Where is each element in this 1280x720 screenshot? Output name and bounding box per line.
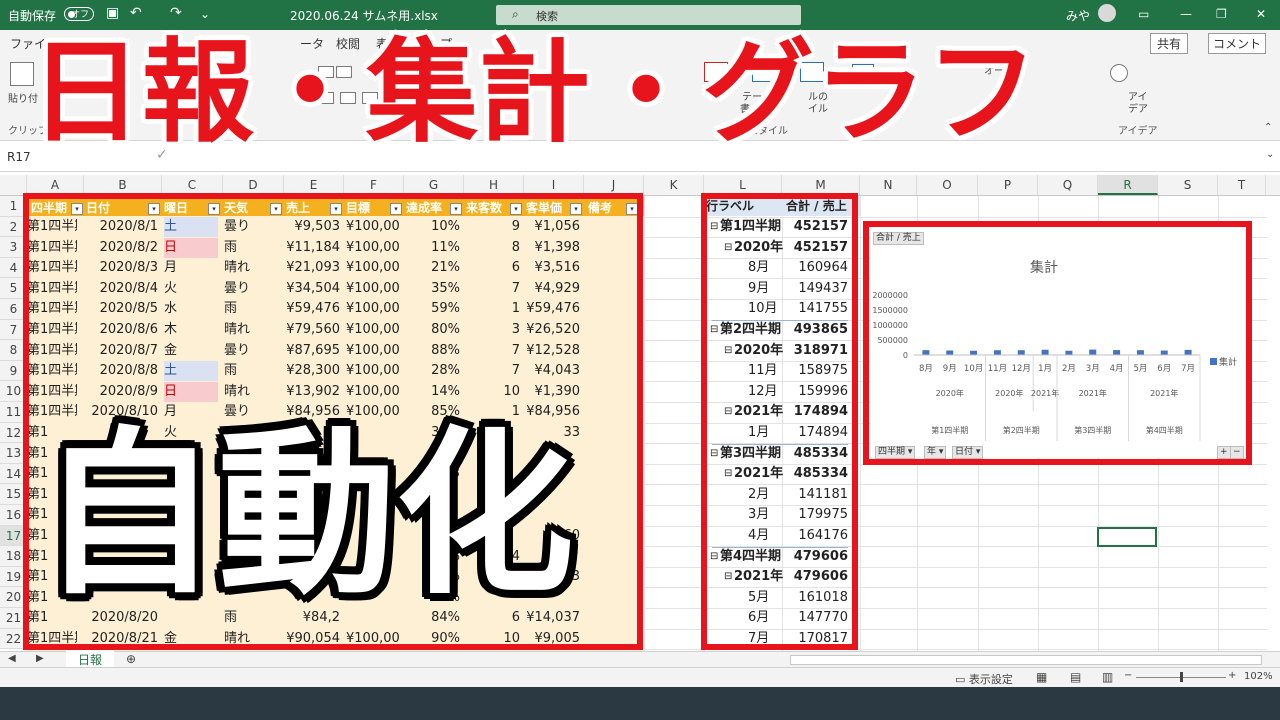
column-header[interactable]: B: [84, 175, 162, 195]
next-sheet-icon[interactable]: ▶: [36, 653, 44, 664]
normal-view-icon[interactable]: ▦: [1036, 670, 1047, 684]
view-settings-label: 表示設定: [968, 673, 1013, 686]
page-break-icon[interactable]: ▥: [1102, 670, 1113, 684]
column-header[interactable]: H: [464, 175, 524, 195]
column-header[interactable]: G: [404, 175, 464, 195]
column-header[interactable]: S: [1158, 175, 1218, 195]
column-header[interactable]: L: [704, 175, 782, 195]
column-header[interactable]: I: [524, 175, 584, 195]
zoom-in-icon[interactable]: +: [1228, 670, 1236, 681]
column-header[interactable]: A: [27, 175, 84, 195]
select-all-corner[interactable]: [0, 175, 27, 195]
zoom-level[interactable]: 102%: [1244, 671, 1273, 682]
column-header[interactable]: M: [782, 175, 860, 195]
horizontal-scrollbar[interactable]: [790, 655, 1262, 665]
chart-highlight-frame: [863, 221, 1252, 465]
column-header[interactable]: Q: [1038, 175, 1098, 195]
column-header[interactable]: P: [978, 175, 1038, 195]
zoom-out-icon[interactable]: −: [1124, 670, 1132, 681]
sheet-tab-bar: ◀ ▶ 日報 ⊕: [0, 650, 1280, 671]
column-header[interactable]: F: [344, 175, 404, 195]
column-header[interactable]: O: [917, 175, 978, 195]
selected-cell[interactable]: [1097, 527, 1157, 547]
add-sheet-icon[interactable]: ⊕: [126, 652, 136, 666]
column-header[interactable]: T: [1218, 175, 1266, 195]
column-header[interactable]: K: [644, 175, 704, 195]
column-header[interactable]: D: [223, 175, 284, 195]
column-header[interactable]: E: [284, 175, 344, 195]
thumbnail-subtitle: 自動化: [40, 411, 574, 618]
thumbnail-title: 日報・集計・グラフ: [30, 28, 1038, 158]
zoom-thumb[interactable]: [1180, 672, 1183, 682]
column-header[interactable]: C: [162, 175, 223, 195]
pivot-highlight-frame: [701, 193, 858, 650]
status-bar: ▭ 表示設定 ▦ ▤ ▥ − + 102%: [0, 667, 1280, 688]
column-header[interactable]: J: [584, 175, 644, 195]
column-gridline: [644, 196, 645, 651]
page-layout-icon[interactable]: ▤: [1070, 670, 1081, 684]
taskbar-strip: [0, 687, 1280, 720]
column-gridline: [860, 196, 861, 651]
prev-sheet-icon[interactable]: ◀: [8, 653, 16, 664]
column-header[interactable]: R: [1098, 175, 1158, 195]
view-settings[interactable]: ▭ 表示設定: [955, 671, 1013, 687]
column-header[interactable]: N: [860, 175, 917, 195]
